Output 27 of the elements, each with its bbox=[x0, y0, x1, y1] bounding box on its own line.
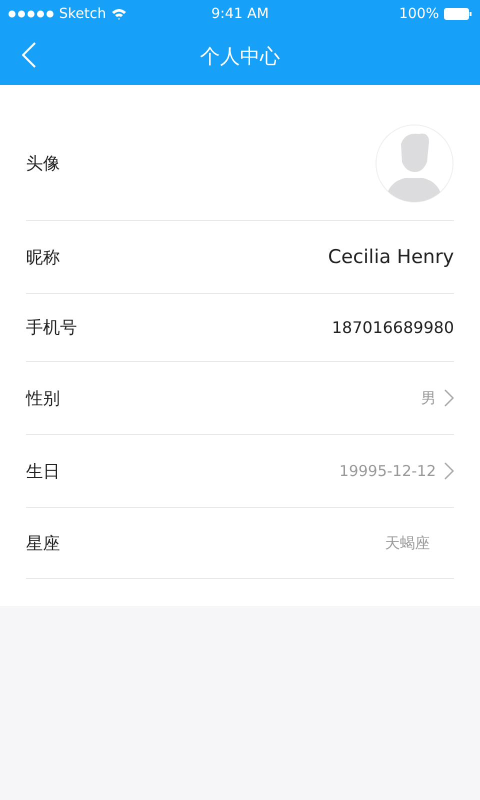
status-time: 9:41 AM bbox=[211, 6, 269, 22]
profile-row[interactable]: 头像 bbox=[26, 107, 454, 221]
field-label: 头像 bbox=[26, 153, 60, 175]
profile-row[interactable]: 昵称 Cecilia Henry bbox=[26, 221, 454, 294]
avatar-icon bbox=[375, 124, 454, 203]
field-label: 生日 bbox=[26, 460, 60, 482]
field-label: 手机号 bbox=[26, 317, 77, 339]
profile-row[interactable]: 星座 天蝎座 bbox=[26, 508, 454, 579]
phone-value: 187016689980 bbox=[332, 318, 454, 337]
profile-row[interactable]: 性别 男 bbox=[26, 362, 454, 435]
field-label: 昵称 bbox=[26, 246, 60, 268]
wifi-icon bbox=[111, 8, 128, 20]
carrier-name: Sketch bbox=[59, 6, 106, 22]
field-value: 男 bbox=[421, 388, 436, 408]
chevron-right-icon[interactable] bbox=[444, 462, 454, 480]
battery-icon bbox=[444, 8, 472, 20]
profile-row[interactable]: 手机号 187016689980 bbox=[26, 294, 454, 362]
page-title: 个人中心 bbox=[200, 43, 280, 70]
field-label: 星座 bbox=[26, 532, 60, 554]
nickname-value: Cecilia Henry bbox=[328, 246, 454, 268]
field-label: 性别 bbox=[26, 388, 60, 410]
profile-row[interactable]: 生日 19995-12-12 bbox=[26, 435, 454, 508]
signal-icon bbox=[8, 10, 54, 18]
field-value: 19995-12-12 bbox=[339, 462, 436, 480]
battery-percent: 100% bbox=[398, 6, 440, 22]
field-value: 天蝎座 bbox=[385, 534, 430, 552]
chevron-right-icon[interactable] bbox=[444, 389, 454, 407]
